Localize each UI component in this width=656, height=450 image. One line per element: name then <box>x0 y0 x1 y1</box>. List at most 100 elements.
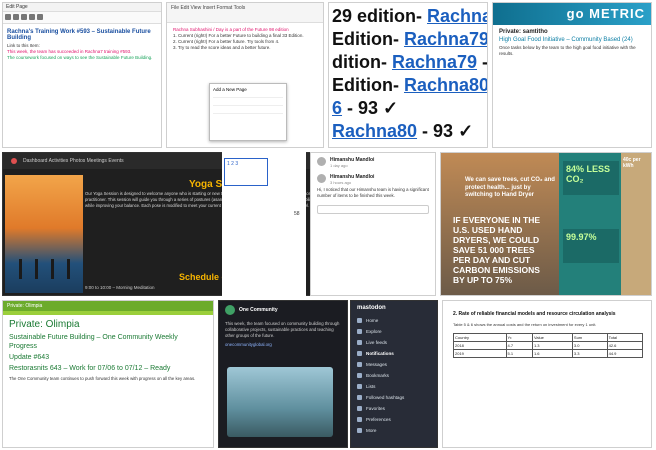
comment-time: 1 day ago <box>330 163 348 168</box>
rachna-zoom-tile: 29 edition- Rachna8 Edition- Rachna79 di… <box>328 2 488 148</box>
hashtag-icon <box>357 329 362 334</box>
hashtag-icon <box>357 395 362 400</box>
doc-editor-tile[interactable]: File Edit View Insert Format Tools Rachn… <box>166 2 324 148</box>
rachna-line: Rachna80 - 93 ✓ <box>332 121 474 141</box>
poster-right-panel: 84% LESS CO₂ 99.97% 40c per kWh <box>559 153 651 295</box>
rachna-link[interactable]: Rachna80 <box>332 121 417 141</box>
gear-icon <box>357 417 362 422</box>
logo-icon <box>11 158 17 164</box>
rachna-link[interactable]: 6 <box>332 98 342 118</box>
nav-item-explore[interactable]: Explore <box>351 326 437 337</box>
nav-item-hashtags[interactable]: Followed hashtags <box>351 392 437 403</box>
bold-icon[interactable] <box>5 14 11 20</box>
comment-time: 3 hours ago <box>330 180 352 185</box>
post-author[interactable]: One Community <box>239 307 278 313</box>
stat-value: 84% LESS CO₂ <box>566 164 611 184</box>
nav-item-preferences[interactable]: Preferences <box>351 414 437 425</box>
dialog-row[interactable] <box>213 100 283 106</box>
avatar <box>317 174 326 183</box>
doc-paragraph: Table 5 & 6 shows the annual costs and t… <box>453 322 597 327</box>
update-number: Update #643 <box>9 354 50 361</box>
comment-text: Hi, I noticed that our Himanshu team is … <box>317 187 429 198</box>
page-paragraph: Once tasks below by the team to the high… <box>499 45 636 56</box>
align-icon[interactable] <box>37 14 43 20</box>
post-text: This week, the team focused on community… <box>225 321 340 338</box>
editor-tab[interactable]: Edit Page <box>3 3 161 12</box>
add-page-dialog[interactable]: Add a New Page <box>209 83 287 141</box>
rachna-line: Edition- Rachna80 - 9 <box>332 75 488 95</box>
menu-bar[interactable]: File Edit View Insert Format Tools <box>167 3 323 23</box>
link-icon[interactable] <box>29 14 35 20</box>
rachna-link[interactable]: Rachna79 <box>392 52 477 72</box>
yoga-image <box>5 175 83 293</box>
bookmark-icon <box>357 373 362 378</box>
wordpress-editor-tile[interactable]: Edit Page Rachna's Training Work #593 – … <box>2 2 162 148</box>
bell-icon <box>357 351 362 356</box>
poster-headline: We can save trees, cut CO₂ and protect h… <box>465 177 555 198</box>
page-title: Private: Olimpia <box>9 319 80 330</box>
olimpia-page-tile: Private: Olimpia Private: Olimpia Sustai… <box>2 300 214 448</box>
eco-poster-tile: We can save trees, cut CO₂ and protect h… <box>440 152 652 296</box>
nav-item-lists[interactable]: Lists <box>351 381 437 392</box>
table-row: 2018 4.7 1.3 3.0 42.6 <box>453 340 644 350</box>
stat-value: 99.97% <box>566 232 597 242</box>
admin-bar[interactable]: Private: Olimpia <box>3 301 213 311</box>
count-label: 58 <box>294 211 300 217</box>
mastodon-sidebar-tile: mastodon Home Explore Live feeds Notific… <box>350 300 438 448</box>
nav-item-live[interactable]: Live feeds <box>351 337 437 348</box>
post-link[interactable]: onecommunityglobal.org <box>219 340 347 350</box>
rachna-line: 6 - 93 ✓ <box>332 98 399 118</box>
comments-tile: Himanshu Mandloi 1 day ago Himanshu Mand… <box>310 152 436 296</box>
nav-item-more[interactable]: More <box>351 425 437 436</box>
nav-item-notifications[interactable]: Notifications <box>351 348 437 359</box>
rachna-link[interactable]: Rachna8 <box>427 6 487 26</box>
stat-box: 84% LESS CO₂ <box>563 161 619 195</box>
italic-icon[interactable] <box>13 14 19 20</box>
table-row: Country Yr. Value Sum Total <box>453 332 644 342</box>
list-icon <box>357 384 362 389</box>
page-heading: Private: samtitho <box>499 29 548 35</box>
document-tile: 2. Rate of reliable financial models and… <box>442 300 652 448</box>
comment-input[interactable] <box>317 204 429 214</box>
nav-item-messages[interactable]: Messages <box>351 359 437 370</box>
post-title: Rachna's Training Work #593 – Sustainabl… <box>7 29 151 41</box>
metric-page-tile: go METRIC Private: samtitho High Goal Fo… <box>492 2 652 148</box>
poster-side-strip: 40c per kWh <box>621 153 651 295</box>
person-figure <box>19 259 22 279</box>
page-paragraph: The One Community team continues to push… <box>9 376 196 381</box>
avatar <box>317 157 326 166</box>
poster-big-text: IF EVERYONE IN THE U.S. USED HAND DRYERS… <box>453 215 541 285</box>
dialog-row[interactable] <box>213 92 283 98</box>
ellipsis-icon <box>357 428 362 433</box>
list-icon[interactable] <box>21 14 27 20</box>
nav-item-favorites[interactable]: Favorites <box>351 403 437 414</box>
post-image[interactable] <box>227 367 333 437</box>
blank-canvas-tile: 1 2 3 58 <box>222 152 306 296</box>
brand-banner: go METRIC <box>493 3 651 25</box>
page-subtitle: Sustainable Future Building – One Commun… <box>9 334 178 350</box>
nav-item-home[interactable]: Home <box>351 315 437 326</box>
globe-icon <box>357 340 362 345</box>
selection-box[interactable]: 1 2 3 <box>224 158 268 186</box>
at-icon <box>357 362 362 367</box>
person-figure <box>67 259 70 279</box>
person-figure <box>51 259 54 279</box>
table-row: 2019 5.1 1.6 3.3 44.9 <box>453 348 644 358</box>
rachna-line: Edition- Rachna79 <box>332 29 488 49</box>
schedule-time: 9:00 to 10:00 – Morning Meditation <box>85 285 155 290</box>
rachna-line: 29 edition- Rachna8 <box>332 5 487 28</box>
line-green: The coursework focused on ways to see th… <box>7 55 153 60</box>
avatar <box>225 305 235 315</box>
mastodon-logo[interactable]: mastodon <box>351 301 437 315</box>
page-subheading: High Goal Food Initiative – Community Ba… <box>499 37 633 43</box>
rachna-link[interactable]: Rachna80 <box>404 75 487 95</box>
dialog-row[interactable] <box>213 108 283 114</box>
stat-box: 99.97% <box>563 229 619 263</box>
doc-table: Country Yr. Value Sum Total 2018 4.7 1.3 3.0 42.… <box>453 332 644 358</box>
star-icon <box>357 406 362 411</box>
editor-toolbar <box>3 12 161 24</box>
work-heading: Restorasnits 643 – Work for 07/06 to 07/… <box>9 365 171 372</box>
nav-item-bookmarks[interactable]: Bookmarks <box>351 370 437 381</box>
top-nav[interactable]: Dashboard Activities Photos Meetings Eve… <box>23 158 124 164</box>
rachna-link[interactable]: Rachna79 <box>404 29 487 49</box>
